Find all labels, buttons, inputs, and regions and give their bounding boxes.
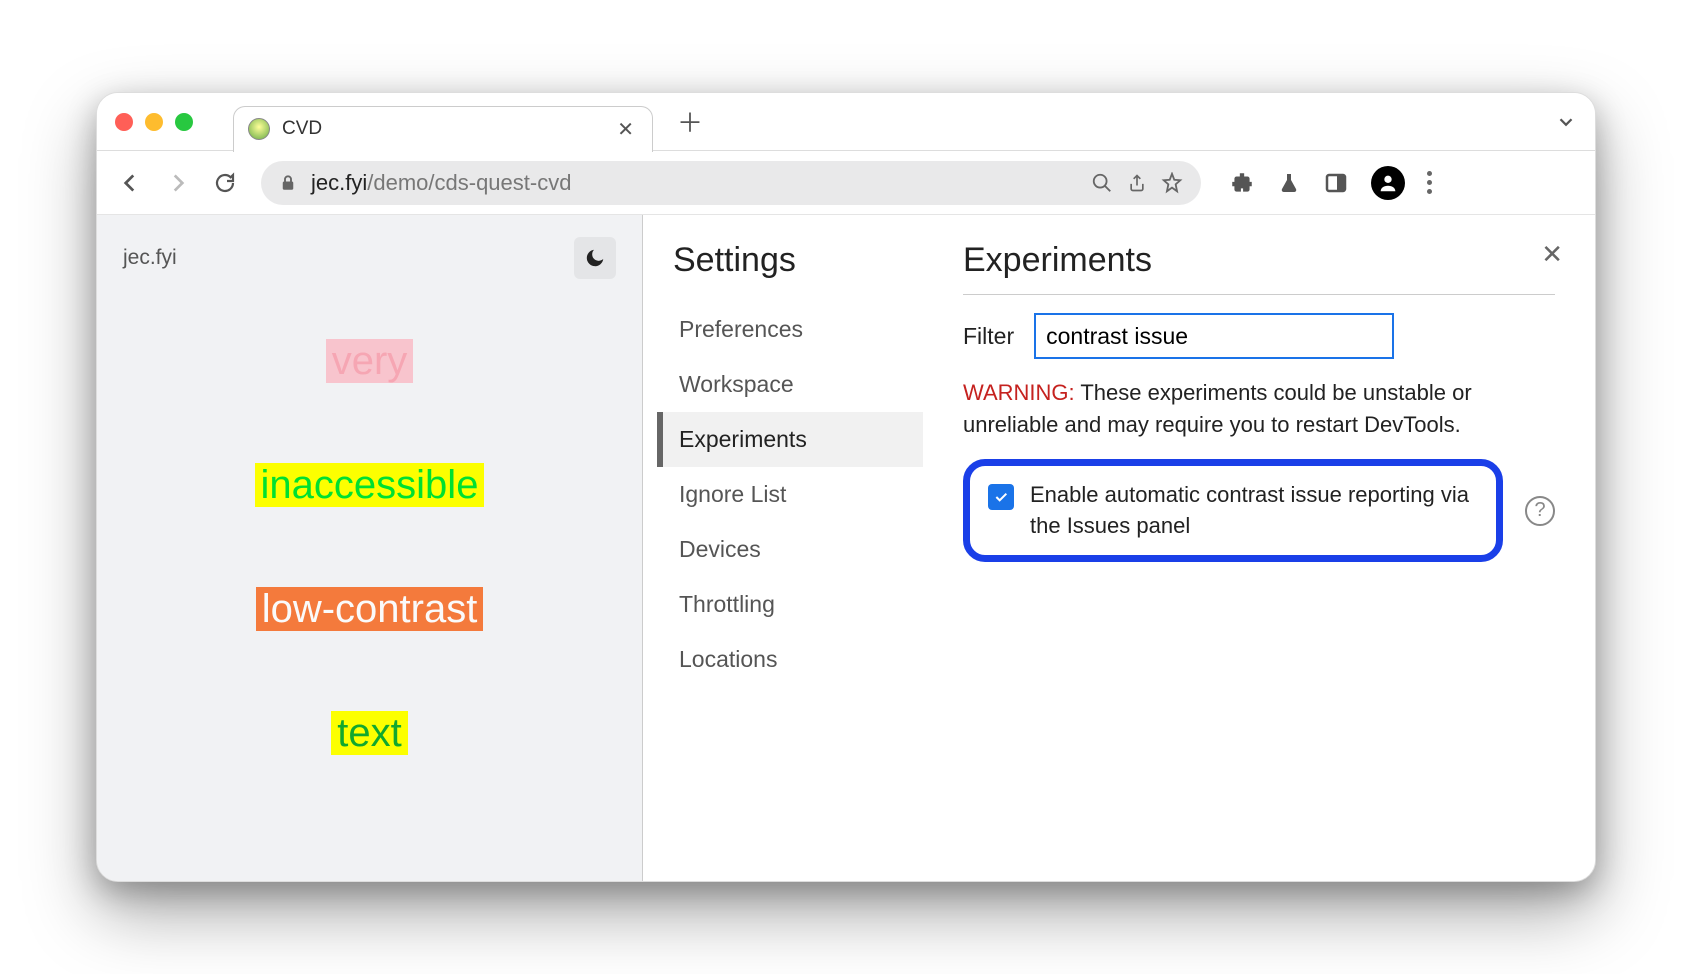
address-bar[interactable]: jec.fyi/demo/cds-quest-cvd [261, 161, 1201, 205]
nav-item-workspace[interactable]: Workspace [657, 357, 923, 412]
maximize-window-button[interactable] [175, 113, 193, 131]
page-brand: jec.fyi [123, 246, 177, 270]
panel-title: Experiments [963, 241, 1555, 295]
profile-avatar[interactable] [1371, 166, 1405, 200]
experiment-highlight: Enable automatic contrast issue reportin… [963, 459, 1503, 563]
zoom-icon[interactable] [1091, 172, 1113, 194]
demo-word: low-contrast [256, 587, 484, 631]
demo-word: very [326, 339, 414, 383]
demo-word: text [331, 711, 407, 755]
labs-icon[interactable] [1277, 170, 1301, 196]
forward-button[interactable] [165, 170, 195, 196]
nav-item-devices[interactable]: Devices [657, 522, 923, 577]
extensions-icon[interactable] [1229, 170, 1255, 196]
settings-sidebar: Settings Preferences Workspace Experimen… [673, 241, 923, 881]
window-controls [115, 113, 193, 131]
tab-list-chevron-icon[interactable] [1555, 111, 1577, 133]
filter-label: Filter [963, 323, 1014, 350]
content-area: jec.fyi very inaccessible low-contrast t… [97, 215, 1595, 881]
browser-menu-button[interactable] [1427, 171, 1432, 194]
settings-main: Experiments Filter WARNING: These experi… [963, 241, 1565, 881]
help-icon[interactable]: ? [1525, 496, 1555, 526]
check-icon [993, 489, 1009, 505]
demo-words: very inaccessible low-contrast text [123, 339, 616, 755]
nav-item-preferences[interactable]: Preferences [657, 302, 923, 357]
url-text: jec.fyi/demo/cds-quest-cvd [311, 170, 571, 196]
nav-item-locations[interactable]: Locations [657, 632, 923, 687]
close-settings-button[interactable]: ✕ [1541, 239, 1563, 270]
devtools-settings-panel: ✕ Settings Preferences Workspace Experim… [643, 215, 1595, 881]
tab-strip: CVD ✕ ＋ [97, 93, 1595, 151]
lock-icon [279, 173, 297, 193]
nav-item-experiments[interactable]: Experiments [657, 412, 923, 467]
filter-input[interactable] [1034, 313, 1394, 359]
toolbar-right [1229, 166, 1432, 200]
reload-button[interactable] [213, 171, 243, 195]
warning-text: WARNING: These experiments could be unst… [963, 377, 1555, 441]
experiment-label: Enable automatic contrast issue reportin… [1030, 480, 1478, 542]
favicon-icon [248, 118, 270, 140]
moon-icon [584, 247, 606, 269]
tab-title: CVD [282, 118, 605, 140]
browser-tab[interactable]: CVD ✕ [233, 106, 653, 152]
bookmark-star-icon[interactable] [1161, 172, 1183, 194]
dark-mode-toggle[interactable] [574, 237, 616, 279]
close-tab-button[interactable]: ✕ [617, 117, 634, 142]
close-window-button[interactable] [115, 113, 133, 131]
back-button[interactable] [117, 170, 147, 196]
browser-window: CVD ✕ ＋ jec.fyi/demo/cds-quest-cvd [96, 92, 1596, 882]
share-icon[interactable] [1127, 172, 1147, 194]
nav-item-ignore-list[interactable]: Ignore List [657, 467, 923, 522]
side-panel-icon[interactable] [1323, 171, 1349, 195]
new-tab-button[interactable]: ＋ [677, 103, 703, 140]
nav-item-throttling[interactable]: Throttling [657, 577, 923, 632]
demo-word: inaccessible [255, 463, 485, 507]
settings-title: Settings [673, 241, 923, 280]
webpage-pane: jec.fyi very inaccessible low-contrast t… [97, 215, 643, 881]
experiment-checkbox[interactable] [988, 484, 1014, 510]
browser-toolbar: jec.fyi/demo/cds-quest-cvd [97, 151, 1595, 215]
minimize-window-button[interactable] [145, 113, 163, 131]
